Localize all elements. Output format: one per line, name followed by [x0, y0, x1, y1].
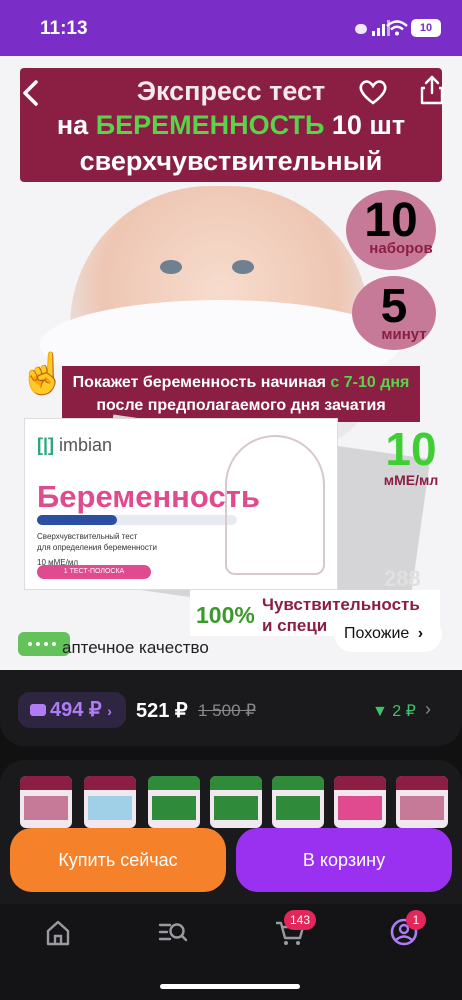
wifi-icon [386, 20, 408, 36]
minutes-number: 5 [380, 280, 408, 333]
status-bar: 11:13 10 [0, 0, 462, 56]
battery-icon: 10 [411, 19, 441, 37]
cart-count-badge: 143 [284, 910, 316, 930]
pharmacy-quality-text: аптечное качество [62, 638, 209, 657]
points-value: 2 ₽ [392, 703, 416, 720]
catalog-search-icon[interactable] [152, 914, 192, 950]
sensitivity-badge: 10 мМЕ/мл [372, 426, 450, 488]
thumbnail-1[interactable] [20, 776, 72, 828]
brand-logo: [|] imbian [37, 435, 113, 455]
wallet-price-value: 494 ₽ [50, 699, 102, 721]
minutes-badge: 5 минут [352, 276, 436, 350]
back-button[interactable] [20, 78, 46, 108]
thumbnail-4[interactable] [210, 776, 262, 828]
pointing-finger-icon: ☝ [18, 352, 68, 396]
similar-products-button[interactable]: Похожие › [334, 616, 442, 652]
wallet-icon [30, 704, 46, 716]
info-text-1: Покажет беременность начиная [72, 374, 331, 391]
old-price: 1 500 ₽ [198, 701, 257, 720]
home-indicator[interactable] [160, 984, 300, 989]
thumbnail-2[interactable] [84, 776, 136, 828]
info-text-2: после предполагаемого дня зачатия [96, 397, 386, 414]
sensitivity-unit: мМЕ/мл [383, 472, 439, 488]
box-pill-label: 1 ТЕСТ-ПОЛОСКА [37, 565, 151, 579]
thumbnail-5[interactable] [272, 776, 324, 828]
status-time: 11:13 [40, 18, 88, 39]
chevron-right-icon: › [107, 703, 112, 719]
brand-logo-text: imbian [59, 435, 113, 455]
image-watermark: 288 [384, 566, 421, 591]
home-icon[interactable] [38, 914, 78, 950]
sensitivity-text-line1: Чувствительность [262, 595, 420, 614]
sensitivity-number: 10 [385, 423, 437, 475]
baby-eye-left [160, 260, 182, 274]
box-subtitle-line2: для определения беременности [37, 543, 158, 552]
share-icon[interactable] [418, 74, 446, 106]
sets-count-badge: 10 наборов [346, 190, 436, 270]
product-page: 11:13 10 Экспресс тест на БЕРЕМЕННОСТЬ 1… [0, 0, 462, 1000]
similar-label: Похожие [344, 625, 410, 642]
chevron-left-icon [23, 80, 38, 106]
sensitivity-percent: 100% [196, 602, 255, 628]
sets-count-number: 10 [364, 194, 418, 247]
triangle-down-icon: ▼ [372, 703, 388, 720]
chevron-right-icon: › [417, 625, 424, 642]
sets-count-label: наборов [369, 240, 433, 257]
pregnant-woman-illustration [225, 435, 325, 575]
profile-notification-badge: 1 [406, 910, 426, 930]
product-box: [|] imbian Беременность Сверхчувствитель… [24, 418, 338, 590]
heart-icon[interactable] [358, 78, 388, 106]
title-line-2: на БЕРЕМЕННОСТЬ 10 шт [20, 110, 442, 141]
thumbnail-3[interactable] [148, 776, 200, 828]
box-subtitle: Сверхчувствительный тест для определения… [37, 531, 157, 568]
price-drop-indicator[interactable]: ▼ 2 ₽ [372, 701, 416, 721]
title-line-3: сверхчувствительный [79, 146, 383, 176]
add-to-cart-button[interactable]: В корзину [236, 828, 452, 892]
info-banner: Покажет беременность начиная с 7-10 дня … [62, 366, 420, 422]
baby-eye-right [232, 260, 254, 274]
recording-indicator-icon [355, 24, 367, 34]
title-highlight: БЕРЕМЕННОСТЬ [95, 110, 325, 140]
test-strip-image [37, 515, 237, 525]
title-line-2-prefix: на [56, 110, 96, 140]
thumbnail-7[interactable] [396, 776, 448, 828]
title-line-2-suffix: 10 шт [324, 110, 406, 140]
test-strip-handle [37, 515, 117, 525]
minutes-label: минут [381, 326, 427, 343]
info-highlight: с 7-10 дня [330, 374, 410, 391]
buy-now-button[interactable]: Купить сейчас [10, 828, 226, 892]
thumbnail-6[interactable] [334, 776, 386, 828]
current-price: 521 ₽ [136, 700, 188, 722]
chevron-right-icon[interactable]: › [425, 699, 431, 720]
box-subtitle-line1: Сверхчувствительный тест [37, 532, 138, 541]
